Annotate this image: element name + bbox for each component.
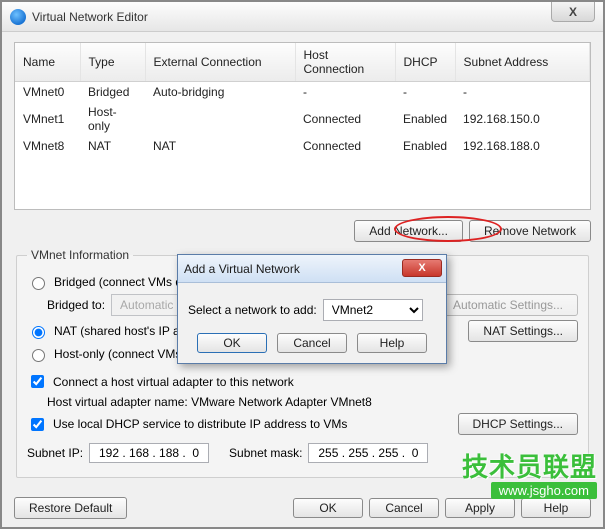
col-dhcp[interactable]: DHCP (395, 43, 455, 82)
dialog-ok-button[interactable]: OK (197, 333, 267, 353)
table-header-row: Name Type External Connection Host Conne… (15, 43, 590, 82)
subnet-ip-label: Subnet IP: (27, 446, 83, 460)
cell-type: Bridged (80, 82, 145, 103)
group-legend: VMnet Information (27, 248, 133, 262)
window-title: Virtual Network Editor (32, 10, 148, 24)
cell-host: Connected (295, 102, 395, 136)
dialog-help-button[interactable]: Help (357, 333, 427, 353)
dhcp-service-checkbox[interactable] (31, 418, 44, 431)
window-titlebar: Virtual Network Editor (2, 2, 603, 32)
hostonly-radio[interactable] (32, 349, 45, 362)
col-external[interactable]: External Connection (145, 43, 295, 82)
col-host[interactable]: Host Connection (295, 43, 395, 82)
cell-type: Host-only (80, 102, 145, 136)
add-network-button[interactable]: Add Network... (354, 220, 463, 242)
window-close-button[interactable]: X (551, 2, 595, 22)
main-help-button[interactable]: Help (521, 498, 591, 518)
bridged-radio[interactable] (32, 277, 45, 290)
table-row[interactable]: VMnet0 Bridged Auto-bridging - - - (15, 82, 590, 103)
cell-host: - (295, 82, 395, 103)
add-virtual-network-dialog: Add a Virtual Network X Select a network… (177, 254, 447, 364)
cell-name: VMnet8 (15, 136, 80, 156)
nat-radio[interactable] (32, 326, 45, 339)
table-row[interactable]: VMnet8 NAT NAT Connected Enabled 192.168… (15, 136, 590, 156)
bridged-to-label: Bridged to: (47, 298, 105, 312)
cell-type: NAT (80, 136, 145, 156)
cell-dhcp: Enabled (395, 102, 455, 136)
col-subnet[interactable]: Subnet Address (455, 43, 589, 82)
main-apply-button[interactable]: Apply (445, 498, 515, 518)
col-type[interactable]: Type (80, 43, 145, 82)
cell-subnet: 192.168.188.0 (455, 136, 589, 156)
dialog-title: Add a Virtual Network (184, 262, 300, 276)
cell-subnet: 192.168.150.0 (455, 102, 589, 136)
subnet-ip-field[interactable] (89, 443, 209, 463)
subnet-mask-field[interactable] (308, 443, 428, 463)
automatic-settings-button[interactable]: Automatic Settings... (438, 294, 578, 316)
table-row[interactable]: VMnet1 Host-only Connected Enabled 192.1… (15, 102, 590, 136)
cell-ext (145, 102, 295, 136)
restore-default-button[interactable]: Restore Default (14, 497, 127, 519)
cell-name: VMnet0 (15, 82, 80, 103)
dialog-titlebar: Add a Virtual Network X (178, 255, 446, 283)
dhcp-settings-button[interactable]: DHCP Settings... (458, 413, 578, 435)
nat-settings-button[interactable]: NAT Settings... (468, 320, 578, 342)
main-ok-button[interactable]: OK (293, 498, 363, 518)
network-select[interactable]: VMnet2 (323, 299, 423, 321)
subnet-mask-label: Subnet mask: (229, 446, 302, 460)
dialog-close-button[interactable]: X (402, 259, 442, 277)
col-name[interactable]: Name (15, 43, 80, 82)
cell-dhcp: Enabled (395, 136, 455, 156)
main-cancel-button[interactable]: Cancel (369, 498, 439, 518)
cell-dhcp: - (395, 82, 455, 103)
adapter-name-label: Host virtual adapter name: VMware Networ… (47, 395, 372, 409)
remove-network-button[interactable]: Remove Network (469, 220, 591, 242)
vmnet-table[interactable]: Name Type External Connection Host Conne… (14, 42, 591, 210)
connect-adapter-label: Connect a host virtual adapter to this n… (53, 375, 294, 389)
app-icon (10, 9, 26, 25)
cell-subnet: - (455, 82, 589, 103)
connect-adapter-checkbox[interactable] (31, 375, 44, 388)
cell-host: Connected (295, 136, 395, 156)
dialog-cancel-button[interactable]: Cancel (277, 333, 347, 353)
cell-name: VMnet1 (15, 102, 80, 136)
cell-ext: Auto-bridging (145, 82, 295, 103)
cell-ext: NAT (145, 136, 295, 156)
dhcp-service-label: Use local DHCP service to distribute IP … (53, 417, 347, 431)
dialog-prompt: Select a network to add: (188, 303, 317, 317)
